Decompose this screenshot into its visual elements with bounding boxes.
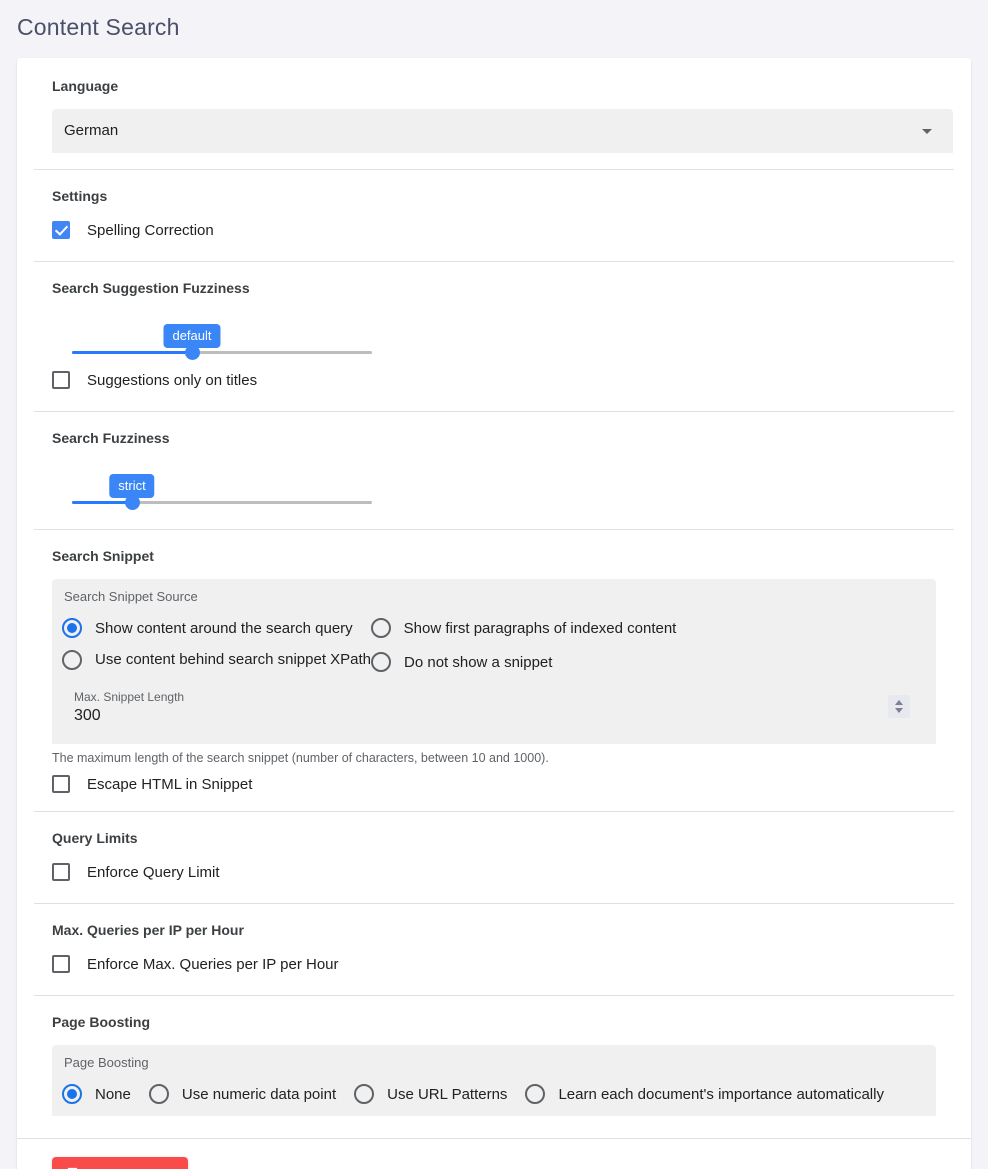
content-search-page: Content Search Language German Settings … bbox=[0, 0, 988, 1169]
max-snippet-length-field[interactable]: Max. Snippet Length 300 bbox=[62, 684, 922, 730]
snippet-source-caption: Search Snippet Source bbox=[64, 589, 198, 604]
max-snippet-length-caption: Max. Snippet Length bbox=[74, 690, 185, 704]
language-select[interactable]: German bbox=[52, 109, 953, 153]
language-section: Language German bbox=[17, 58, 971, 169]
snippet-source-option-0[interactable]: Show content around the search query bbox=[62, 618, 353, 638]
footer-actions: Clear Cache bbox=[17, 1139, 971, 1169]
settings-card: Language German Settings Spelling Correc… bbox=[17, 58, 971, 1169]
radio-button[interactable] bbox=[371, 652, 392, 672]
radio-button[interactable] bbox=[148, 1084, 169, 1104]
suggestions-only-titles-label: Suggestions only on titles bbox=[87, 371, 258, 389]
slider-fill bbox=[72, 351, 192, 354]
page-boosting-option-3[interactable]: Learn each document's importance automat… bbox=[525, 1084, 884, 1104]
radio-label: Learn each document's importance automat… bbox=[558, 1085, 884, 1103]
escape-html-checkbox-row[interactable]: Escape HTML in Snippet bbox=[52, 775, 936, 793]
radio-button[interactable] bbox=[370, 618, 391, 638]
snippet-source-option-2[interactable]: Use content behind search snippet XPath bbox=[62, 649, 372, 670]
slider-thumb[interactable] bbox=[185, 345, 200, 360]
enforce-query-limit-checkbox-row[interactable]: Enforce Query Limit bbox=[52, 863, 953, 881]
max-snippet-length-stepper[interactable] bbox=[888, 695, 910, 718]
radio-label: Use numeric data point bbox=[181, 1085, 337, 1103]
radio-button[interactable] bbox=[62, 1084, 82, 1104]
search-snippet-label: Search Snippet bbox=[52, 548, 154, 564]
suggestions-only-titles-checkbox-row[interactable]: Suggestions only on titles bbox=[52, 371, 953, 389]
radio-button[interactable] bbox=[62, 618, 82, 638]
enforce-query-limit-label: Enforce Query Limit bbox=[87, 863, 220, 881]
radio-label: Use URL Patterns bbox=[387, 1085, 508, 1103]
query-limits-label: Query Limits bbox=[52, 830, 138, 846]
snippet-source-option-3[interactable]: Do not show a snippet bbox=[371, 652, 552, 672]
radio-button[interactable] bbox=[354, 1084, 375, 1104]
radio-button[interactable] bbox=[525, 1084, 546, 1104]
chevron-down-icon[interactable] bbox=[895, 708, 903, 713]
query-limits-section: Query Limits Enforce Query Limit bbox=[17, 812, 971, 903]
suggestions-only-titles-checkbox[interactable] bbox=[52, 371, 70, 389]
max-queries-section: Max. Queries per IP per Hour Enforce Max… bbox=[17, 904, 971, 995]
search-fuzziness-section: Search Fuzziness strict bbox=[17, 412, 971, 529]
snippet-source-group: Search Snippet Source Show content aroun… bbox=[52, 579, 936, 744]
snippet-source-options: Show content around the search query Sho… bbox=[62, 609, 922, 672]
spelling-correction-checkbox-row[interactable]: Spelling Correction bbox=[52, 221, 953, 239]
escape-html-label: Escape HTML in Snippet bbox=[87, 775, 253, 793]
slider-track[interactable] bbox=[72, 495, 372, 510]
suggestion-fuzziness-label: Search Suggestion Fuzziness bbox=[52, 280, 250, 296]
clear-cache-button[interactable]: Clear Cache bbox=[52, 1157, 188, 1169]
search-fuzziness-label: Search Fuzziness bbox=[52, 430, 170, 446]
slider-fill bbox=[72, 501, 132, 504]
max-queries-label: Max. Queries per IP per Hour bbox=[52, 922, 244, 938]
radio-label: None bbox=[95, 1085, 131, 1103]
enforce-max-queries-checkbox[interactable] bbox=[52, 955, 70, 973]
language-label: Language bbox=[52, 78, 119, 94]
enforce-query-limit-checkbox[interactable] bbox=[52, 863, 70, 881]
radio-label: Show first paragraphs of indexed content bbox=[403, 619, 677, 637]
page-boosting-options: None Use numeric data point Use URL Patt… bbox=[62, 1075, 922, 1104]
page-boosting-section: Page Boosting Page Boosting None Use num… bbox=[17, 996, 971, 1138]
radio-label: Do not show a snippet bbox=[404, 653, 553, 671]
page-boosting-caption: Page Boosting bbox=[64, 1055, 149, 1070]
snippet-source-option-1[interactable]: Show first paragraphs of indexed content bbox=[370, 618, 677, 638]
enforce-max-queries-checkbox-row[interactable]: Enforce Max. Queries per IP per Hour bbox=[52, 955, 953, 973]
max-snippet-length-value[interactable]: 300 bbox=[74, 705, 910, 727]
slider-track[interactable] bbox=[72, 345, 372, 360]
language-select-value: German bbox=[64, 122, 119, 139]
search-fuzziness-slider[interactable]: strict bbox=[52, 455, 953, 510]
radio-label: Use content behind search snippet XPath bbox=[95, 651, 372, 668]
radio-label: Show content around the search query bbox=[95, 619, 353, 637]
page-boosting-option-1[interactable]: Use numeric data point bbox=[148, 1084, 337, 1104]
page-title: Content Search bbox=[17, 14, 180, 40]
enforce-max-queries-label: Enforce Max. Queries per IP per Hour bbox=[87, 955, 339, 973]
escape-html-checkbox[interactable] bbox=[52, 775, 70, 793]
page-boosting-option-0[interactable]: None bbox=[62, 1084, 131, 1104]
page-boosting-option-2[interactable]: Use URL Patterns bbox=[354, 1084, 507, 1104]
suggestion-fuzziness-section: Search Suggestion Fuzziness default Sugg… bbox=[17, 262, 971, 411]
page-boosting-group: Page Boosting None Use numeric data poin… bbox=[52, 1045, 936, 1116]
slider-thumb[interactable] bbox=[125, 495, 140, 510]
radio-button[interactable] bbox=[62, 649, 82, 670]
max-snippet-length-hint: The maximum length of the search snippet… bbox=[52, 751, 549, 765]
suggestion-fuzziness-slider[interactable]: default bbox=[52, 305, 953, 367]
page-boosting-label: Page Boosting bbox=[52, 1014, 151, 1030]
chevron-up-icon[interactable] bbox=[895, 700, 903, 705]
chevron-down-icon bbox=[922, 129, 932, 134]
search-snippet-section: Search Snippet Search Snippet Source Sho… bbox=[17, 530, 971, 811]
settings-section: Settings Spelling Correction bbox=[17, 170, 971, 261]
spelling-correction-label: Spelling Correction bbox=[87, 221, 214, 239]
spelling-correction-checkbox[interactable] bbox=[52, 221, 70, 239]
settings-label: Settings bbox=[52, 188, 108, 204]
